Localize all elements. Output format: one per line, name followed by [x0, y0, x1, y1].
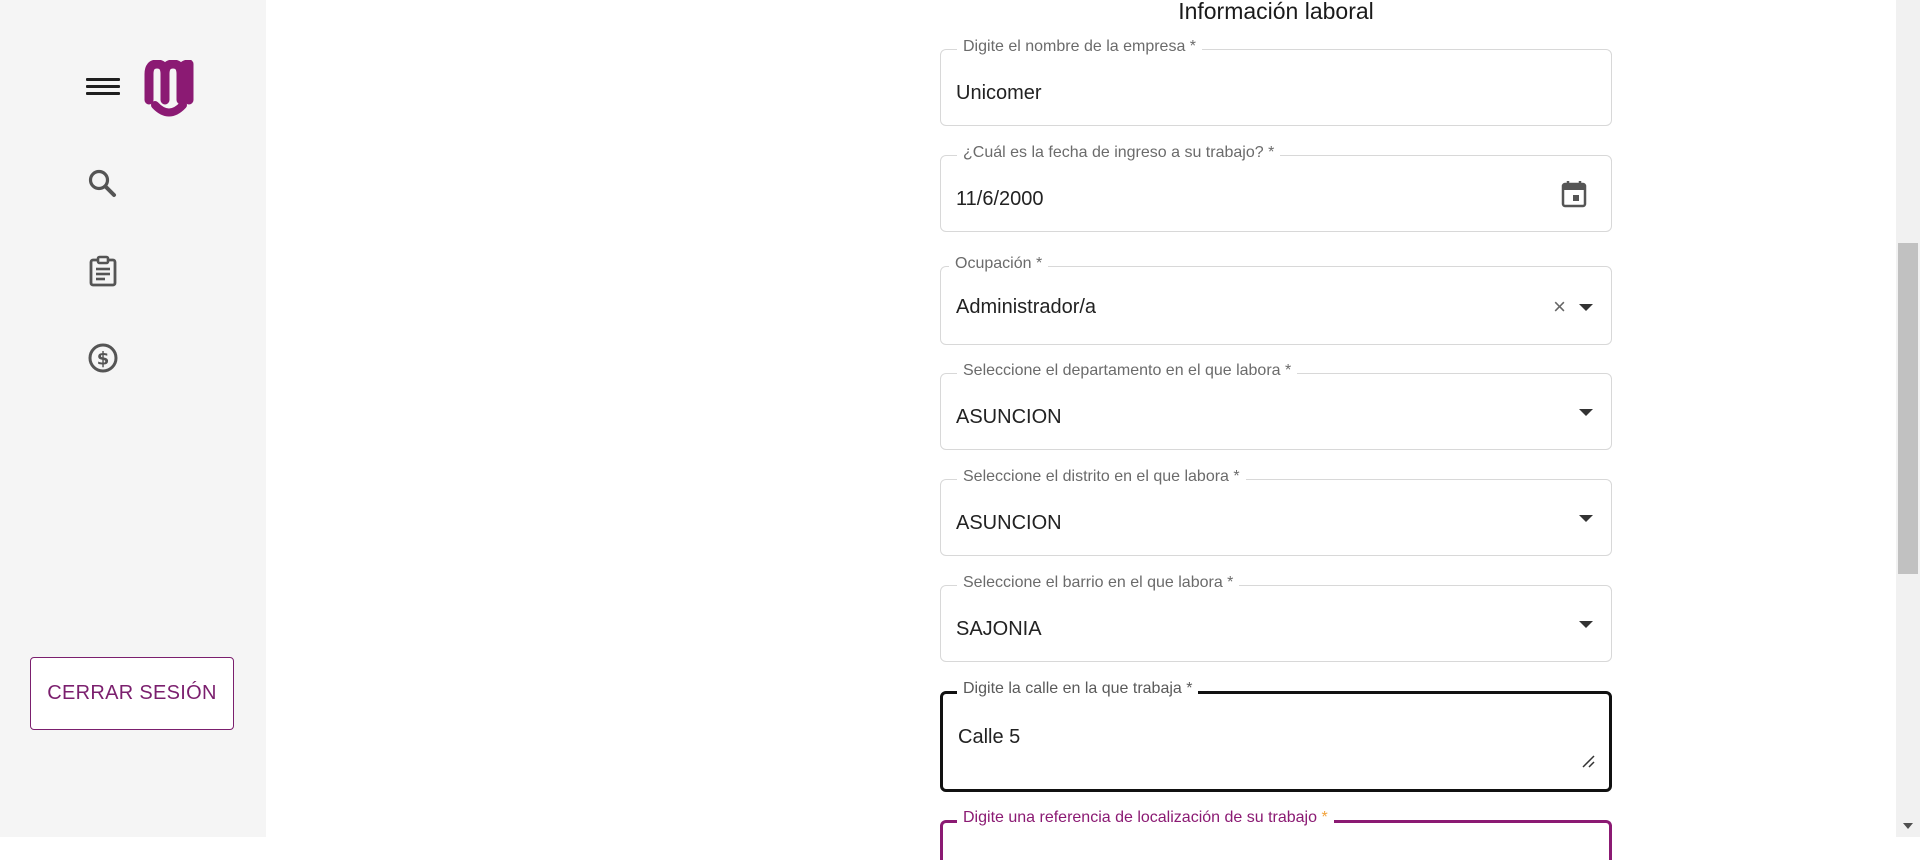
sidebar: $ CERRAR SESIÓN — [0, 0, 266, 837]
brand-logo-icon[interactable] — [142, 59, 196, 125]
scroll-down-arrow-icon[interactable] — [1903, 823, 1913, 829]
department-select[interactable]: Seleccione el departamento en el que lab… — [940, 362, 1612, 450]
company-name-field[interactable]: Digite el nombre de la empresa * Unicome… — [940, 38, 1612, 126]
street-value[interactable]: Calle 5 — [958, 726, 1020, 749]
district-select[interactable]: Seleccione el distrito en el que labora … — [940, 468, 1612, 556]
page-title: Información laboral — [1178, 0, 1374, 24]
neighborhood-value[interactable]: SAJONIA — [956, 618, 1042, 641]
occupation-select[interactable]: Ocupación * Administrador/a × — [940, 255, 1612, 345]
neighborhood-label: Seleccione el barrio en el que labora * — [957, 574, 1240, 592]
clipboard-icon[interactable] — [86, 254, 120, 288]
main-content: Información laboral Digite el nombre de … — [266, 0, 1896, 860]
start-date-label: ¿Cuál es la fecha de ingreso a su trabaj… — [957, 144, 1281, 162]
reference-textarea[interactable]: Digite una referencia de localización de… — [940, 809, 1612, 860]
reference-label: Digite una referencia de localización de… — [957, 809, 1334, 827]
occupation-label: Ocupación * — [949, 255, 1049, 273]
chevron-down-icon[interactable] — [1579, 515, 1593, 522]
chevron-down-icon[interactable] — [1579, 409, 1593, 416]
neighborhood-select[interactable]: Seleccione el barrio en el que labora * … — [940, 574, 1612, 662]
scrollbar[interactable] — [1896, 0, 1920, 837]
dollar-circle-icon[interactable]: $ — [86, 341, 120, 375]
department-value[interactable]: ASUNCION — [956, 406, 1062, 429]
department-label: Seleccione el departamento en el que lab… — [957, 362, 1298, 380]
company-name-value[interactable]: Unicomer — [956, 82, 1042, 105]
district-value[interactable]: ASUNCION — [956, 512, 1062, 535]
chevron-down-icon[interactable] — [1579, 621, 1593, 628]
search-icon[interactable] — [86, 167, 120, 201]
calendar-icon[interactable] — [1561, 180, 1587, 213]
street-label: Digite la calle en la que trabaja * — [957, 680, 1199, 698]
clear-icon[interactable]: × — [1553, 296, 1566, 318]
occupation-value[interactable]: Administrador/a — [956, 296, 1096, 319]
start-date-value[interactable]: 11/6/2000 — [956, 188, 1044, 211]
start-date-field[interactable]: ¿Cuál es la fecha de ingreso a su trabaj… — [940, 144, 1612, 232]
hamburger-menu-icon[interactable] — [86, 74, 120, 102]
street-textarea[interactable]: Digite la calle en la que trabaja * Call… — [940, 680, 1612, 792]
resize-handle-icon[interactable] — [1581, 754, 1595, 773]
logout-button[interactable]: CERRAR SESIÓN — [30, 657, 234, 730]
svg-text:$: $ — [97, 349, 110, 370]
chevron-down-icon[interactable] — [1579, 304, 1593, 311]
company-name-label: Digite el nombre de la empresa * — [957, 38, 1203, 56]
district-label: Seleccione el distrito en el que labora … — [957, 468, 1246, 486]
scrollbar-thumb[interactable] — [1898, 243, 1918, 574]
